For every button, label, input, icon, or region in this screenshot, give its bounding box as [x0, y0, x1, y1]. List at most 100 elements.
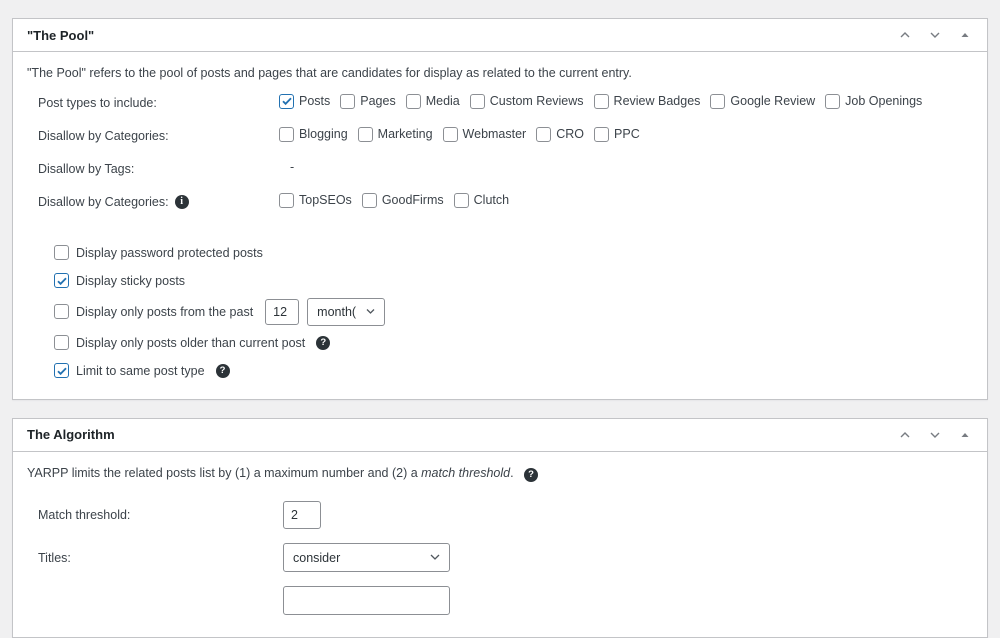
- help-icon[interactable]: ?: [215, 363, 230, 378]
- option-row-older-than-current: Display only posts older than current po…: [27, 329, 973, 357]
- disallow-categories-checkbox-group: Blogging Marketing Webmaster CRO PPC: [279, 126, 650, 142]
- checkbox-item[interactable]: Limit to same post type: [54, 363, 205, 379]
- checkbox-item[interactable]: Display only posts older than current po…: [54, 335, 306, 351]
- checkbox-box[interactable]: [54, 304, 69, 320]
- chevron-up-icon[interactable]: [893, 423, 917, 447]
- checkbox-item[interactable]: Display password protected posts: [54, 245, 263, 261]
- checkbox-item[interactable]: Display only posts from the past: [54, 304, 253, 320]
- checkbox-box[interactable]: [54, 363, 69, 379]
- past-period-number-input[interactable]: [265, 298, 300, 325]
- checkbox-box[interactable]: [469, 93, 485, 109]
- collapse-triangle-icon[interactable]: [953, 23, 977, 47]
- checkbox-item[interactable]: Posts: [279, 93, 336, 109]
- checkbox-label: Marketing: [377, 127, 433, 142]
- checkbox-label: PPC: [614, 127, 640, 142]
- checkbox-label: TopSEOs: [299, 193, 352, 208]
- next-select[interactable]: [283, 586, 450, 615]
- checkbox-item[interactable]: CRO: [536, 126, 590, 142]
- checkbox-box[interactable]: [453, 192, 469, 208]
- algorithm-panel-controls: [893, 423, 977, 447]
- post-types-value: Posts Pages Media Custom Reviews Review …: [279, 93, 973, 109]
- checkbox-item[interactable]: GoodFirms: [361, 192, 450, 208]
- algorithm-panel-header: The Algorithm: [13, 419, 987, 452]
- checkbox-item[interactable]: Display sticky posts: [54, 273, 186, 289]
- checkbox-box[interactable]: [54, 335, 69, 351]
- checkbox-box[interactable]: [536, 126, 552, 142]
- checkbox-label: Google Review: [730, 94, 816, 109]
- checkbox-label: CRO: [556, 127, 585, 142]
- algorithm-intro-emphasis: match threshold: [421, 465, 511, 480]
- checkbox-label: Posts: [299, 94, 331, 109]
- disallow-categories-2-checkbox-group: TopSEOs GoodFirms Clutch: [279, 192, 519, 208]
- chevron-down-icon[interactable]: [923, 423, 947, 447]
- checkbox-box[interactable]: [593, 93, 609, 109]
- checkbox-box[interactable]: [54, 245, 69, 261]
- chevron-up-icon[interactable]: [893, 23, 917, 47]
- titles-select-wrap: consider: [283, 543, 450, 572]
- checkbox-box[interactable]: [361, 192, 377, 208]
- algorithm-intro-before: YARPP limits the related posts list by (…: [27, 465, 422, 480]
- checkbox-label: Job Openings: [845, 94, 923, 109]
- chevron-down-icon[interactable]: [923, 23, 947, 47]
- past-period-unit-select[interactable]: month(s): [307, 297, 386, 326]
- help-icon[interactable]: ?: [524, 467, 539, 482]
- titles-select[interactable]: consider: [283, 543, 450, 572]
- checkbox-item[interactable]: Review Badges: [593, 93, 707, 109]
- pool-panel-controls: [893, 23, 977, 47]
- past-period-unit-select-wrap: month(s): [307, 297, 386, 326]
- checkbox-box[interactable]: [594, 126, 610, 142]
- checkbox-box[interactable]: [825, 93, 841, 109]
- checkbox-item[interactable]: TopSEOs: [279, 192, 358, 208]
- checkbox-item[interactable]: Clutch: [453, 192, 515, 208]
- field-row-post-types: Post types to include: Posts Pages Media…: [27, 93, 973, 126]
- algorithm-row-titles: Titles: consider: [27, 537, 973, 579]
- option-row-limit-same-post-type: Limit to same post type ?: [27, 357, 973, 385]
- checkbox-label: Webmaster: [462, 127, 527, 142]
- collapse-triangle-icon[interactable]: [953, 423, 977, 447]
- checkbox-box[interactable]: [279, 126, 294, 142]
- option-row-posts-from-past: Display only posts from the past month(s…: [27, 295, 973, 329]
- field-row-disallow-categories: Disallow by Categories: Blogging Marketi…: [27, 126, 973, 159]
- checkbox-box[interactable]: [710, 93, 726, 109]
- checkbox-item[interactable]: Webmaster: [442, 126, 533, 142]
- pool-options-list: Display password protected posts Display…: [27, 239, 973, 385]
- algorithm-intro-text: YARPP limits the related posts list by (…: [27, 464, 973, 483]
- titles-value: consider: [279, 543, 973, 572]
- pool-intro-text: "The Pool" refers to the pool of posts a…: [27, 66, 632, 80]
- algorithm-panel-body: YARPP limits the related posts list by (…: [13, 452, 987, 637]
- checkbox-box[interactable]: [442, 126, 458, 142]
- field-row-disallow-categories-2: Disallow by Categories: i TopSEOs GoodFi…: [27, 192, 973, 225]
- titles-label: Titles:: [38, 550, 71, 565]
- checkbox-item[interactable]: Job Openings: [825, 93, 928, 109]
- disallow-categories-label: Disallow by Categories:: [38, 128, 169, 143]
- checkbox-box[interactable]: [357, 126, 373, 142]
- next-field-value: [279, 586, 973, 615]
- disallow-tags-empty: -: [290, 159, 295, 174]
- algorithm-row-next-partial: [27, 579, 973, 623]
- match-threshold-input[interactable]: [283, 500, 321, 529]
- info-icon[interactable]: i: [174, 194, 189, 209]
- checkbox-item[interactable]: Pages: [340, 93, 401, 109]
- match-threshold-value: [279, 500, 973, 529]
- checkbox-box[interactable]: [279, 192, 294, 208]
- algorithm-row-match-threshold: Match threshold:: [27, 493, 973, 537]
- option-label: Display password protected posts: [76, 245, 263, 260]
- checkbox-item[interactable]: Google Review: [710, 93, 821, 109]
- checkbox-box[interactable]: [340, 93, 356, 109]
- checkbox-box[interactable]: [54, 273, 69, 289]
- settings-page: "The Pool" "The Pool" refers to the pool…: [0, 0, 1000, 638]
- next-select-wrap: [283, 586, 450, 615]
- option-label: Display only posts older than current po…: [76, 335, 306, 350]
- help-icon[interactable]: ?: [316, 335, 331, 350]
- checkbox-item[interactable]: Marketing: [357, 126, 439, 142]
- option-label: Display sticky posts: [76, 273, 186, 288]
- checkbox-item[interactable]: Custom Reviews: [469, 93, 590, 109]
- checkbox-item[interactable]: PPC: [594, 126, 646, 142]
- checkbox-box[interactable]: [405, 93, 421, 109]
- match-threshold-label: Match threshold:: [38, 507, 131, 522]
- algorithm-panel: The Algorithm YARPP limits the related p…: [12, 417, 988, 638]
- checkbox-item[interactable]: Blogging: [279, 126, 354, 142]
- option-row-password-protected: Display password protected posts: [27, 239, 973, 267]
- checkbox-item[interactable]: Media: [405, 93, 466, 109]
- checkbox-box[interactable]: [279, 93, 294, 109]
